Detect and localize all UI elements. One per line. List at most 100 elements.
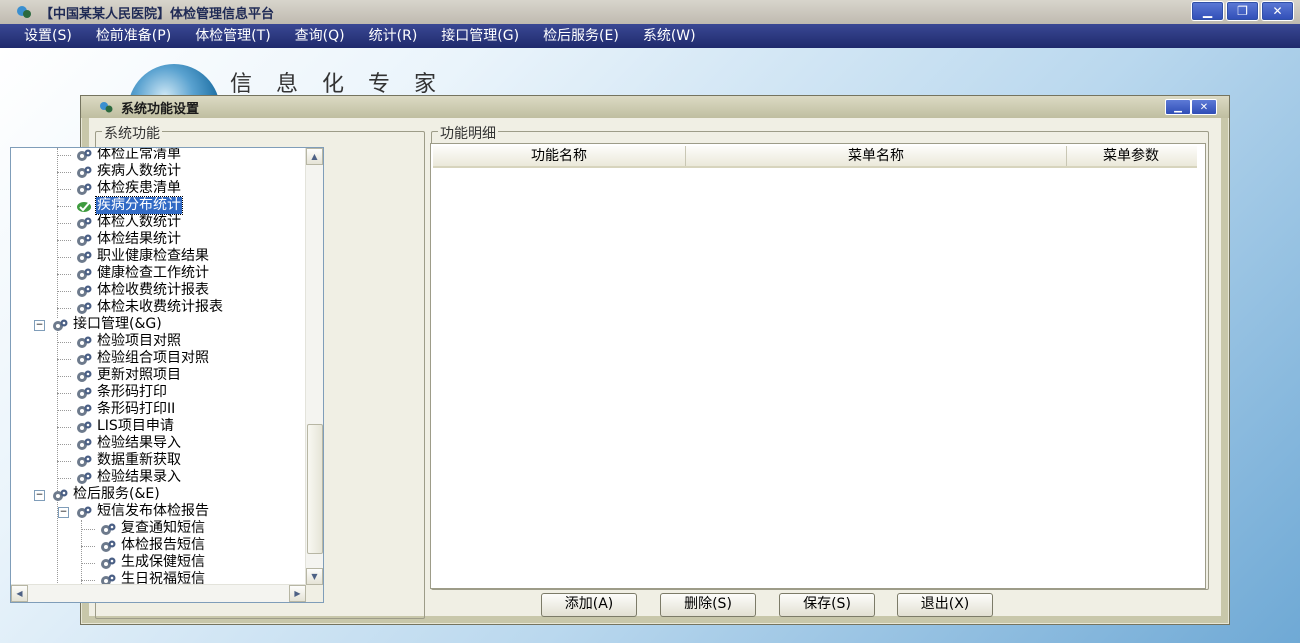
function-tree[interactable]: 体检正常清单 疾病人数统计 体检疾患清单 疾病分布统计 体检人数统计 体检结果统计 职业健康… <box>10 147 324 603</box>
menu-statistics[interactable]: 统计(R) <box>357 24 430 48</box>
tree-item-label: 接口管理(&G) <box>73 316 162 332</box>
scroll-up-arrow-icon[interactable]: ▲ <box>306 148 323 165</box>
tree-item[interactable]: 复查通知短信 <box>99 520 206 537</box>
gear-node-icon <box>77 421 92 433</box>
tree-item[interactable]: 检验结果录入 <box>75 469 182 486</box>
save-button[interactable]: 保存(S) <box>779 593 875 617</box>
tree-connector-line <box>57 359 71 360</box>
gear-node-icon <box>77 234 92 246</box>
tree-connector-line <box>57 291 71 292</box>
add-button[interactable]: 添加(A) <box>541 593 637 617</box>
tree-vertical-scrollbar[interactable]: ▲ ▼ <box>305 148 323 585</box>
scroll-left-arrow-icon[interactable]: ◀ <box>11 585 28 602</box>
tree-item[interactable]: 生成保健短信 <box>99 554 206 571</box>
gear-node-icon <box>77 285 92 297</box>
tree-item[interactable]: 体检未收费统计报表 <box>75 299 224 316</box>
tree-connector-line <box>57 155 71 156</box>
tree-item[interactable]: LIS项目申请 <box>75 418 175 435</box>
scroll-corner <box>306 585 323 602</box>
tree-item[interactable]: 检验结果导入 <box>75 435 182 452</box>
menu-interface[interactable]: 接口管理(G) <box>429 24 531 48</box>
tree-connector-line <box>57 323 58 585</box>
minimize-button[interactable]: ▁ <box>1191 1 1224 21</box>
scroll-down-arrow-icon[interactable]: ▼ <box>306 568 323 585</box>
tree-item[interactable]: 体检正常清单 <box>75 148 182 163</box>
gear-node-icon <box>77 302 92 314</box>
tree-connector-line <box>57 274 71 275</box>
menu-post-exam[interactable]: 检后服务(E) <box>531 24 631 48</box>
restore-button[interactable]: ❐ <box>1226 1 1259 21</box>
tree-item[interactable]: 数据重新获取 <box>75 452 182 469</box>
tree-item[interactable]: 条形码打印II <box>75 401 176 418</box>
main-title-bar[interactable]: 【中国某某人民医院】体检管理信息平台 ▁ ❐ ✕ <box>0 0 1300 25</box>
tree-item-label: 体检报告短信 <box>121 537 205 553</box>
tree-expander-icon[interactable]: − <box>34 490 45 501</box>
gear-node-icon <box>77 472 92 484</box>
tree-item-label: 检验项目对照 <box>97 333 181 349</box>
function-detail-legend: 功能明细 <box>438 123 498 143</box>
module-gears-icon <box>53 489 68 501</box>
tree-item-selected[interactable]: 疾病分布统计 <box>75 196 183 215</box>
menu-bar: 设置(S) 检前准备(P) 体检管理(T) 查询(Q) 统计(R) 接口管理(G… <box>0 24 1300 48</box>
tree-item[interactable]: 体检收费统计报表 <box>75 282 210 299</box>
tree-item-label: 体检正常清单 <box>97 148 181 162</box>
tree-item-label: 体检结果统计 <box>97 231 181 247</box>
tree-item-label: 复查通知短信 <box>121 520 205 536</box>
tree-scroll-thumb[interactable] <box>307 424 323 554</box>
tree-expander-icon[interactable]: − <box>58 507 69 518</box>
tree-item-label: 体检未收费统计报表 <box>97 299 223 315</box>
logo-text: 信息化专家 <box>230 72 461 97</box>
column-menu-name[interactable]: 菜单名称 <box>686 146 1067 166</box>
tree-connector-line <box>57 427 71 428</box>
column-function-name[interactable]: 功能名称 <box>433 146 686 166</box>
dialog-title-bar[interactable]: 系统功能设置 ▁ ✕ <box>81 96 1229 118</box>
app-icon <box>17 6 31 18</box>
tree-item[interactable]: 体检结果统计 <box>75 231 182 248</box>
tree-item[interactable]: 检后服务(&E) <box>51 486 161 503</box>
dialog-icon <box>100 102 113 113</box>
dialog-close-button[interactable]: ✕ <box>1191 99 1217 115</box>
tree-item[interactable]: 更新对照项目 <box>75 367 182 384</box>
gear-node-icon <box>77 251 92 263</box>
tree-item[interactable]: 生日祝福短信 <box>99 571 206 585</box>
tree-item[interactable]: 短信发布体检报告 <box>75 503 210 520</box>
menu-system[interactable]: 系统(W) <box>631 24 708 48</box>
tree-expander-icon[interactable]: − <box>34 320 45 331</box>
function-detail-grid[interactable]: 功能名称 菜单名称 菜单参数 <box>430 143 1206 589</box>
tree-item[interactable]: 接口管理(&G) <box>51 316 163 333</box>
gear-node-icon <box>77 183 92 195</box>
tree-item[interactable]: 条形码打印 <box>75 384 168 401</box>
exit-button[interactable]: 退出(X) <box>897 593 993 617</box>
tree-item[interactable]: 健康检查工作统计 <box>75 265 210 282</box>
tree-item[interactable]: 检验组合项目对照 <box>75 350 210 367</box>
column-menu-params[interactable]: 菜单参数 <box>1067 146 1195 166</box>
grid-header: 功能名称 菜单名称 菜单参数 <box>433 146 1197 168</box>
scroll-right-arrow-icon[interactable]: ▶ <box>289 585 306 602</box>
menu-query[interactable]: 查询(Q) <box>283 24 357 48</box>
tree-item[interactable]: 职业健康检查结果 <box>75 248 210 265</box>
window-title: 【中国某某人民医院】体检管理信息平台 <box>40 7 275 22</box>
menu-settings[interactable]: 设置(S) <box>0 24 84 48</box>
tree-horizontal-scrollbar[interactable]: ◀ ▶ <box>11 584 306 602</box>
close-button[interactable]: ✕ <box>1261 1 1294 21</box>
gear-node-icon <box>77 166 92 178</box>
tree-item-label: 体检收费统计报表 <box>97 282 209 298</box>
gear-node-icon <box>77 336 92 348</box>
tree-item[interactable]: 体检报告短信 <box>99 537 206 554</box>
tree-connector-line <box>57 206 71 207</box>
menu-pre-exam[interactable]: 检前准备(P) <box>84 24 183 48</box>
delete-button[interactable]: 删除(S) <box>660 593 756 617</box>
tree-item[interactable]: 疾病人数统计 <box>75 163 182 180</box>
dialog-title: 系统功能设置 <box>121 102 200 117</box>
tree-connector-line <box>57 189 71 190</box>
tree-item[interactable]: 检验项目对照 <box>75 333 182 350</box>
tree-item-label: 短信发布体检报告 <box>97 503 209 519</box>
dialog-minimize-button[interactable]: ▁ <box>1165 99 1191 115</box>
gear-node-icon <box>77 268 92 280</box>
tree-item[interactable]: 体检人数统计 <box>75 214 182 231</box>
tree-item[interactable]: 体检疾患清单 <box>75 180 182 197</box>
tree-item-label: 职业健康检查结果 <box>97 248 209 264</box>
menu-exam-management[interactable]: 体检管理(T) <box>183 24 282 48</box>
tree-item-label: 检验结果导入 <box>97 435 181 451</box>
tree-item-label: 体检人数统计 <box>97 214 181 230</box>
